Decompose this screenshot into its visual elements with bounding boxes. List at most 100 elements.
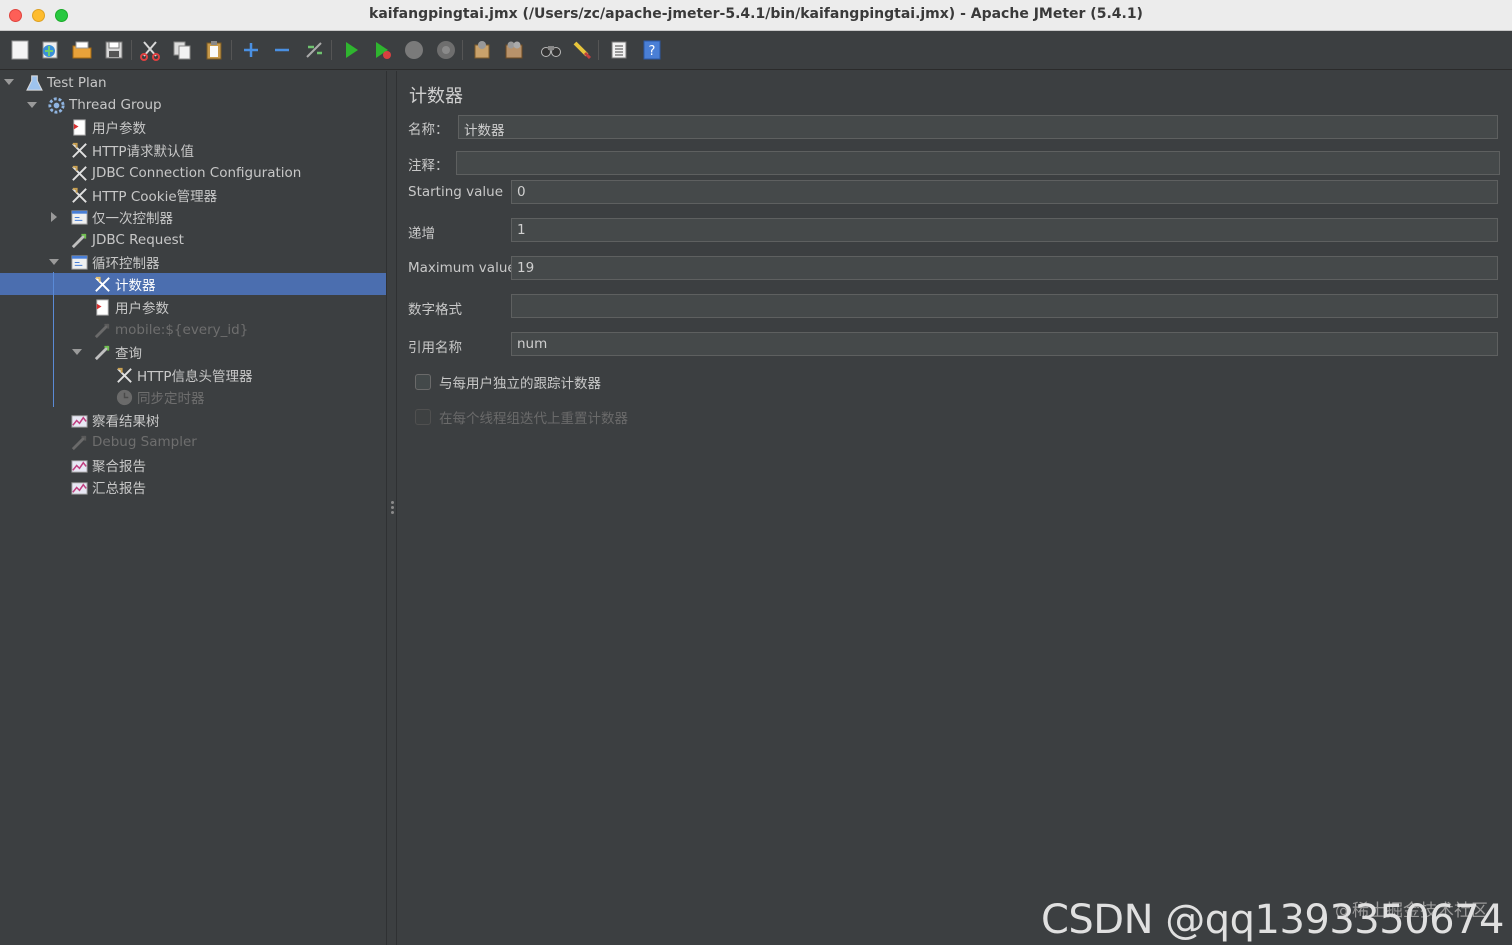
maximum-value-label: Maximum value	[408, 260, 516, 276]
tree-node-results-tree[interactable]: 察看结果树	[69, 409, 160, 431]
counter-config-panel: 计数器 名称： 计数器 注释： Starting value 0 递增 1 Ma…	[397, 71, 1512, 945]
watermark: CSDN @qq1393350674	[1040, 897, 1505, 943]
expand-thread-group-arrow[interactable]	[27, 102, 37, 108]
tree-node-mobile-sampler[interactable]: mobile:${every_id}	[92, 319, 248, 341]
comment-field[interactable]	[456, 151, 1500, 175]
toolbar: ?	[0, 32, 1512, 70]
tree-node-label: HTTP Cookie管理器	[92, 189, 218, 205]
tree-node-cookie-manager[interactable]: HTTP Cookie管理器	[69, 184, 217, 206]
gear-icon	[46, 95, 66, 115]
panel-title: 计数器	[409, 86, 463, 107]
number-format-label: 数字格式	[408, 302, 462, 318]
tree-node-test-plan[interactable]: Test Plan	[24, 72, 107, 94]
templates-icon[interactable]	[38, 38, 62, 62]
listener-icon	[69, 477, 89, 497]
tree-node-loop-controller[interactable]: 循环控制器	[69, 251, 160, 273]
increment-field[interactable]: 1	[511, 218, 1498, 242]
tree-node-label: JDBC Connection Configuration	[92, 165, 302, 181]
increment-label: 递增	[408, 226, 435, 242]
collapse-icon[interactable]	[270, 38, 294, 62]
splitter-grip	[391, 501, 394, 504]
sampler-icon	[92, 320, 112, 340]
reset-per-iteration-label: 在每个线程组迭代上重置计数器	[439, 411, 628, 427]
tree-node-label: HTTP信息头管理器	[137, 369, 253, 385]
number-format-field[interactable]	[511, 294, 1498, 318]
tree-node-header-manager[interactable]: HTTP信息头管理器	[114, 364, 253, 386]
save-icon[interactable]	[102, 38, 126, 62]
tree-node-label: Thread Group	[69, 97, 162, 113]
start-no-pause-icon[interactable]	[371, 38, 395, 62]
open-icon[interactable]	[70, 38, 94, 62]
tree-node-label: 察看结果树	[92, 414, 160, 430]
checkbox-box	[415, 409, 431, 425]
tree-node-aggregate-report[interactable]: 聚合报告	[69, 454, 146, 476]
sampler-icon	[69, 432, 89, 452]
toggle-icon[interactable]	[302, 38, 326, 62]
search-icon[interactable]	[539, 38, 563, 62]
starting-value-field[interactable]: 0	[511, 180, 1498, 204]
tree-node-label: 用户参数	[92, 121, 146, 137]
tree-node-query[interactable]: 查询	[92, 341, 142, 363]
expand-once-controller-arrow[interactable]	[51, 212, 57, 222]
tree-node-user-params[interactable]: 用户参数	[69, 116, 146, 138]
reference-name-field[interactable]: num	[511, 332, 1498, 356]
tree-selection-highlight	[0, 273, 386, 295]
preprocessor-icon	[92, 297, 112, 317]
tree-node-once-controller[interactable]: 仅一次控制器	[69, 206, 173, 228]
tree-node-jdbc-config[interactable]: JDBC Connection Configuration	[69, 162, 301, 184]
new-icon[interactable]	[8, 38, 32, 62]
shutdown-icon[interactable]	[434, 38, 458, 62]
per-user-counter-label: 与每用户独立的跟踪计数器	[439, 376, 601, 392]
controller-icon	[69, 207, 89, 227]
name-field[interactable]: 计数器	[458, 115, 1498, 139]
maximum-value-field[interactable]: 19	[511, 256, 1498, 280]
paste-icon[interactable]	[202, 38, 226, 62]
cut-icon[interactable]	[138, 38, 162, 62]
config-icon	[69, 140, 89, 160]
listener-icon	[69, 455, 89, 475]
tree-node-sync-timer[interactable]: 同步定时器	[114, 386, 205, 408]
tree-node-summary-report[interactable]: 汇总报告	[69, 476, 146, 498]
starting-value-label: Starting value	[408, 184, 504, 200]
function-helper-icon[interactable]	[607, 38, 631, 62]
preprocessor-icon	[69, 117, 89, 137]
config-icon	[69, 185, 89, 205]
tree-node-label: mobile:${every_id}	[115, 322, 249, 338]
reset-search-icon[interactable]	[570, 38, 594, 62]
expand-loop-controller-arrow[interactable]	[49, 259, 59, 265]
config-icon	[114, 365, 134, 385]
splitter-grip	[391, 506, 394, 509]
expand-icon[interactable]	[239, 38, 263, 62]
clear-icon[interactable]	[470, 38, 494, 62]
tree-node-label: 汇总报告	[92, 481, 146, 497]
stop-icon[interactable]	[402, 38, 426, 62]
tree-guide-line	[53, 272, 54, 407]
start-icon[interactable]	[339, 38, 363, 62]
name-label: 名称：	[408, 122, 449, 138]
panel-splitter[interactable]	[386, 71, 397, 945]
tree-node-label: Debug Sampler	[92, 434, 197, 450]
expand-test-plan-arrow[interactable]	[4, 79, 14, 85]
tree-node-label: 计数器	[115, 278, 156, 294]
tree-node-http-defaults[interactable]: HTTP请求默认值	[69, 139, 194, 161]
tree-node-label: HTTP请求默认值	[92, 144, 195, 160]
svg-text:?: ?	[649, 44, 656, 59]
tree-node-label: Test Plan	[47, 75, 107, 91]
copy-icon[interactable]	[170, 38, 194, 62]
comment-label: 注释：	[408, 158, 449, 174]
clear-all-icon[interactable]	[502, 38, 526, 62]
tree-node-counter[interactable]: 计数器	[92, 273, 156, 295]
expand-query-arrow[interactable]	[72, 349, 82, 355]
help-icon[interactable]: ?	[640, 38, 664, 62]
checkbox-box[interactable]	[415, 374, 431, 390]
tree-node-label: JDBC Request	[92, 232, 184, 248]
tree-node-debug-sampler[interactable]: Debug Sampler	[69, 431, 197, 453]
listener-icon	[69, 410, 89, 430]
flask-icon	[24, 73, 44, 93]
window-title: kaifangpingtai.jmx (/Users/zc/apache-jme…	[369, 6, 1143, 22]
per-user-counter-checkbox[interactable]: 与每用户独立的跟踪计数器	[415, 372, 601, 392]
tree-node-user-params-2[interactable]: 用户参数	[92, 296, 169, 318]
tree-node-jdbc-request[interactable]: JDBC Request	[69, 229, 184, 251]
tree-node-thread-group[interactable]: Thread Group	[46, 94, 162, 116]
tree-node-label: 查询	[115, 346, 142, 362]
